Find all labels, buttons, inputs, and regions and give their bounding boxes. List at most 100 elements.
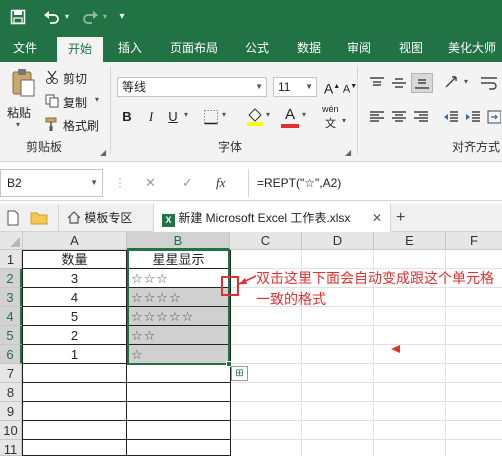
tab-beautify-master[interactable]: 美化大师 [442, 34, 502, 62]
font-size-select[interactable]: 11 ▼ [273, 77, 317, 97]
save-icon[interactable] [8, 7, 28, 27]
format-painter-icon[interactable] [45, 117, 59, 134]
row-header-5[interactable]: 5 [0, 326, 22, 345]
paste-button[interactable]: 粘贴 [7, 104, 31, 121]
wrap-text-icon[interactable] [480, 76, 498, 93]
column-header-c[interactable]: C [230, 232, 302, 250]
align-center-icon[interactable] [391, 110, 407, 127]
row-header-9[interactable]: 9 [0, 402, 22, 421]
cancel-icon[interactable]: ✕ [145, 169, 156, 197]
phonetic-button[interactable]: wén [322, 104, 339, 114]
cut-button[interactable]: 剪切 [63, 70, 87, 87]
italic-button[interactable]: I [142, 108, 160, 126]
cell-b2[interactable]: ☆☆☆ [127, 269, 231, 288]
column-header-b[interactable]: B [127, 232, 230, 250]
paste-dropdown-icon[interactable]: ▾ [16, 120, 20, 129]
tab-review[interactable]: 审阅 [340, 34, 378, 62]
cell-b7[interactable] [127, 364, 231, 383]
copy-dropdown-icon[interactable]: ▾ [95, 95, 99, 104]
grow-font-button[interactable]: A▲ [323, 78, 341, 97]
fill-color-dropdown-icon[interactable]: ▾ [266, 110, 270, 119]
tab-data[interactable]: 数据 [290, 34, 328, 62]
name-box[interactable]: B2 ▼ [0, 169, 103, 197]
align-right-icon[interactable] [413, 110, 429, 127]
select-all-corner[interactable] [0, 232, 23, 250]
merge-center-icon[interactable] [487, 110, 502, 127]
cell-a3[interactable]: 4 [23, 288, 127, 307]
scissors-icon[interactable] [45, 70, 59, 87]
redo-dropdown-icon[interactable]: ▾ [100, 7, 110, 27]
cell-a2[interactable]: 3 [23, 269, 127, 288]
column-header-d[interactable]: D [302, 232, 374, 250]
tab-template-zone[interactable]: 模板专区 [58, 204, 148, 232]
align-middle-icon[interactable] [391, 76, 407, 93]
paste-icon[interactable] [10, 68, 36, 101]
cell-a4[interactable]: 5 [23, 307, 127, 326]
column-header-f[interactable]: F [446, 232, 502, 250]
document-icon[interactable] [7, 210, 19, 229]
cell-a11[interactable] [23, 440, 127, 456]
cell-b1[interactable]: 星星显示 [127, 250, 231, 269]
insert-function-button[interactable]: fx [216, 169, 225, 197]
cell-a9[interactable] [23, 402, 127, 421]
format-painter-button[interactable]: 格式刷 [63, 117, 99, 134]
row-header-8[interactable]: 8 [0, 383, 22, 402]
redo-icon[interactable] [80, 7, 100, 27]
tab-insert[interactable]: 插入 [110, 34, 150, 62]
cell-a5[interactable]: 2 [23, 326, 127, 345]
tab-page-layout[interactable]: 页面布局 [163, 34, 225, 62]
fill-color-icon[interactable] [246, 106, 264, 129]
column-header-a[interactable]: A [23, 232, 127, 250]
quick-analysis-icon[interactable]: ⊞ [231, 366, 248, 381]
row-header-3[interactable]: 3 [0, 288, 22, 307]
tab-home[interactable]: 开始 [57, 37, 103, 62]
cell-b9[interactable] [127, 402, 231, 421]
cell-b11[interactable] [127, 440, 231, 456]
new-tab-button[interactable]: + [396, 204, 412, 232]
align-top-icon[interactable] [369, 76, 385, 93]
increase-indent-icon[interactable] [465, 110, 481, 127]
border-icon[interactable] [203, 109, 219, 128]
column-header-e[interactable]: E [374, 232, 446, 250]
undo-dropdown-icon[interactable]: ▾ [62, 7, 72, 27]
cell-b5[interactable]: ☆☆ [127, 326, 231, 345]
underline-dropdown-icon[interactable]: ▾ [184, 110, 188, 119]
cell-a7[interactable] [23, 364, 127, 383]
orientation-icon[interactable] [443, 74, 463, 93]
border-dropdown-icon[interactable]: ▾ [222, 110, 226, 119]
cell-b8[interactable] [127, 383, 231, 402]
bold-button[interactable]: B [118, 108, 136, 126]
cell-b3[interactable]: ☆☆☆☆ [127, 288, 231, 307]
tab-view[interactable]: 视图 [392, 34, 430, 62]
font-color-button[interactable]: A [281, 106, 299, 128]
customize-qat-icon[interactable]: ▾ [116, 7, 128, 27]
row-header-7[interactable]: 7 [0, 364, 22, 383]
clipboard-launcher-icon[interactable]: ◢ [100, 148, 106, 157]
underline-button[interactable]: U [164, 108, 182, 126]
font-color-dropdown-icon[interactable]: ▾ [302, 110, 306, 119]
font-launcher-icon[interactable]: ◢ [345, 148, 351, 157]
cell-a10[interactable] [23, 421, 127, 440]
enter-icon[interactable]: ✓ [182, 169, 193, 197]
row-header-11[interactable]: 11 [0, 440, 22, 456]
tab-workbook-file[interactable]: X 新建 Microsoft Excel 工作表.xlsx ✕ [153, 204, 391, 232]
orientation-dropdown-icon[interactable]: ▾ [464, 77, 468, 86]
folder-icon[interactable] [30, 211, 48, 228]
font-name-select[interactable]: 等线 ▼ [117, 77, 267, 97]
row-header-6[interactable]: 6 [0, 345, 22, 364]
cell-b6[interactable]: ☆ [127, 345, 231, 364]
tab-file[interactable]: 文件 [4, 34, 46, 62]
copy-button[interactable]: 复制 [63, 94, 87, 111]
undo-icon[interactable] [42, 7, 62, 27]
align-left-icon[interactable] [369, 110, 385, 127]
cell-b10[interactable] [127, 421, 231, 440]
close-icon[interactable]: ✕ [372, 204, 382, 232]
formula-input[interactable]: =REPT("☆",A2) [248, 169, 502, 197]
cell-a6[interactable]: 1 [23, 345, 127, 364]
row-header-1[interactable]: 1 [0, 250, 22, 269]
cell-a1[interactable]: 数量 [23, 250, 127, 269]
copy-icon[interactable] [45, 94, 59, 111]
row-header-10[interactable]: 10 [0, 421, 22, 440]
row-header-2[interactable]: 2 [0, 269, 22, 288]
tab-formulas[interactable]: 公式 [238, 34, 276, 62]
